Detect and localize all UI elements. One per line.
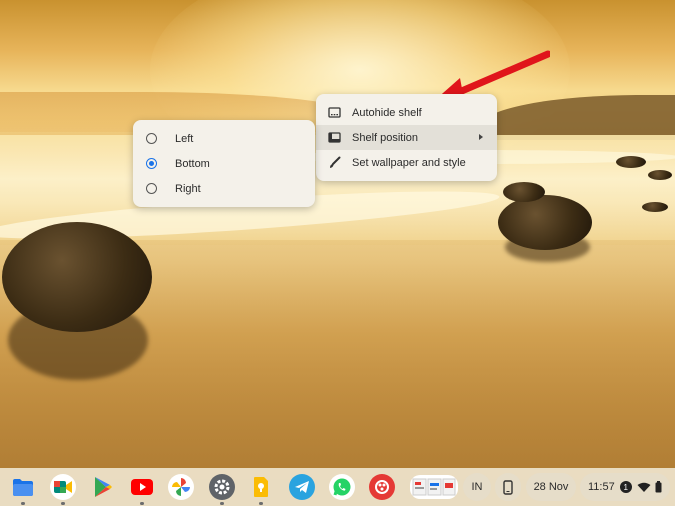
battery-icon <box>655 481 662 493</box>
desktop-wallpaper[interactable]: Autohide shelf Shelf position Set wallpa… <box>0 0 675 506</box>
menu-item-label: Set wallpaper and style <box>352 156 466 169</box>
youtube-icon[interactable] <box>129 474 155 500</box>
phone-icon <box>503 479 513 495</box>
radio-button-selected[interactable] <box>146 158 157 169</box>
ime-label: IN <box>471 481 483 493</box>
boulder <box>498 195 592 250</box>
radio-label: Left <box>175 132 194 145</box>
paintbrush-icon <box>330 156 341 168</box>
menu-item-shelf-position[interactable]: Shelf position <box>316 125 497 150</box>
notification-count-badge: 1 <box>619 481 632 493</box>
status-area[interactable]: 11:57 1 <box>580 473 670 501</box>
play-store-icon[interactable] <box>90 474 116 500</box>
boulder <box>648 170 672 180</box>
menu-item-autohide-shelf[interactable]: Autohide shelf <box>316 100 497 125</box>
radio-button[interactable] <box>146 133 157 144</box>
menu-item-label: Shelf position <box>352 131 419 144</box>
date-tray[interactable]: 28 Nov <box>526 473 576 501</box>
running-indicator <box>140 502 144 505</box>
radio-button[interactable] <box>146 183 157 194</box>
settings-icon[interactable] <box>209 474 235 500</box>
running-indicator <box>220 502 224 505</box>
shelf-position-submenu: Left Bottom Right <box>133 120 315 207</box>
boulder <box>503 182 545 202</box>
files-icon[interactable] <box>10 474 36 500</box>
boulder <box>642 202 668 212</box>
whatsapp-icon[interactable] <box>329 474 355 500</box>
boulder <box>616 156 646 168</box>
running-indicator <box>61 502 65 505</box>
running-indicator <box>259 502 263 505</box>
submenu-caret-icon <box>479 134 483 140</box>
color-app-icon[interactable] <box>369 474 395 500</box>
clock-time: 11:57 <box>588 481 615 493</box>
shelf-context-menu: Autohide shelf Shelf position Set wallpa… <box>316 94 497 181</box>
menu-item-label: Autohide shelf <box>352 106 422 119</box>
radio-option-right[interactable]: Right <box>133 176 315 201</box>
telegram-icon[interactable] <box>289 474 315 500</box>
google-photos-icon[interactable] <box>168 474 194 500</box>
menu-item-set-wallpaper[interactable]: Set wallpaper and style <box>316 150 497 175</box>
radio-option-left[interactable]: Left <box>133 126 315 151</box>
ime-indicator[interactable]: IN <box>463 473 491 501</box>
boulder <box>2 222 152 332</box>
google-meet-icon[interactable] <box>50 474 76 500</box>
wifi-icon <box>637 482 651 492</box>
date-label: 28 Nov <box>533 481 569 493</box>
shelf-position-icon <box>328 132 341 143</box>
autohide-icon <box>328 107 341 118</box>
phone-hub-button[interactable] <box>495 473 521 501</box>
holding-space-thumbnails[interactable] <box>410 475 458 499</box>
keep-icon[interactable] <box>248 474 274 500</box>
radio-label: Bottom <box>175 157 210 170</box>
radio-option-bottom[interactable]: Bottom <box>133 151 315 176</box>
radio-label: Right <box>175 182 201 195</box>
running-indicator <box>21 502 25 505</box>
